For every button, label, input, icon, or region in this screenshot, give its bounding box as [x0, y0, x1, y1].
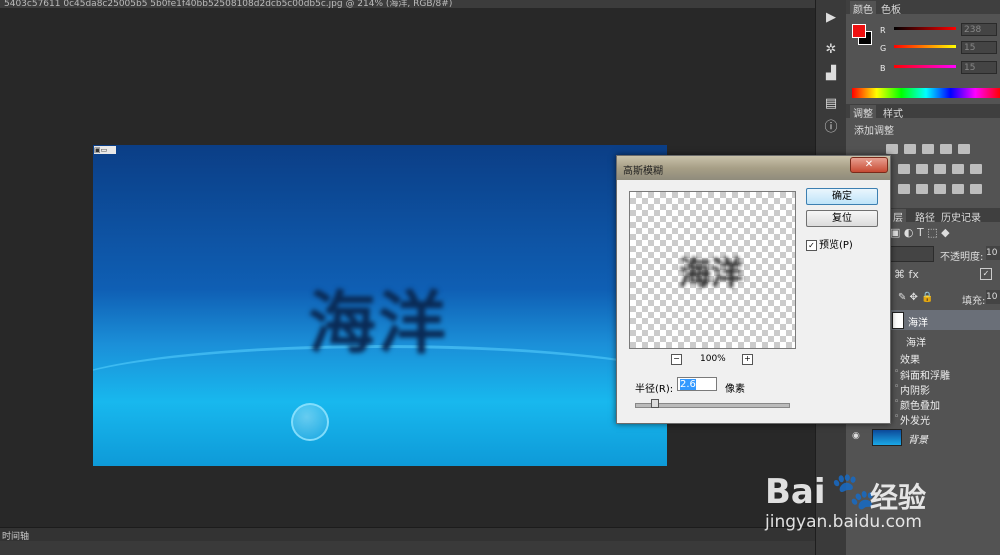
preview-label: 预览(P)	[819, 240, 853, 251]
bubble-graphic	[291, 403, 329, 441]
layer-filter-icons[interactable]: ▣ ◐ T ⬚ ◆	[890, 226, 994, 240]
canvas-corner-icon: ▣▭	[94, 146, 116, 154]
gaussian-blur-dialog: 高斯模糊 ✕ 海洋 − 100% + 确定 复位 ✓ 预览(P) 半径(R): 2…	[616, 155, 891, 424]
link-fx-icons[interactable]: ⌘ fx	[894, 268, 919, 281]
curves-icon[interactable]	[922, 144, 934, 154]
reset-button[interactable]: 复位	[806, 210, 878, 227]
channel-g-value[interactable]: 15	[961, 41, 997, 54]
lock-icons[interactable]: ✎ ✥ 🔒	[898, 292, 934, 303]
zoom-in-button[interactable]: +	[742, 354, 753, 365]
ok-button[interactable]: 确定	[806, 188, 878, 205]
preview-option[interactable]: ✓ 预览(P)	[806, 236, 853, 251]
color-spectrum-bar[interactable]	[852, 88, 1000, 98]
info-icon[interactable]: ⓘ	[823, 120, 839, 136]
fill-input[interactable]: 10	[986, 290, 1000, 304]
background-layer-thumbnail	[872, 429, 902, 446]
effect-color-overlay[interactable]: 颜色叠加	[900, 397, 940, 412]
close-button[interactable]: ✕	[850, 157, 888, 173]
preview-checkbox[interactable]: ✓	[806, 239, 817, 251]
layer-name: 海洋	[908, 318, 928, 329]
timeline-body	[0, 541, 815, 555]
watermark-logo: Bai	[765, 472, 826, 512]
canvas-text-layer[interactable]: 海洋	[308, 268, 448, 367]
add-adjustment-title: 添加调整	[854, 126, 894, 137]
document-canvas[interactable]: ▣▭ 海洋	[93, 145, 667, 466]
radius-input[interactable]: 2.6	[677, 377, 717, 391]
gradient-map-icon[interactable]	[952, 184, 964, 194]
invert-icon[interactable]	[898, 184, 910, 194]
preview-window[interactable]: 海洋	[629, 191, 796, 349]
brightness-icon[interactable]	[886, 144, 898, 154]
vibrance-icon[interactable]	[958, 144, 970, 154]
color-panel-tabs: 颜色 色板	[846, 0, 1000, 16]
channel-r-label: R	[880, 26, 886, 35]
layer-sub-name: 海洋	[906, 338, 926, 349]
play-icon[interactable]: ▶	[823, 10, 839, 26]
black-white-icon[interactable]	[934, 164, 946, 174]
effect-inner-shadow[interactable]: 内阴影	[900, 382, 930, 397]
radius-slider-thumb[interactable]	[650, 399, 659, 408]
color-balance-icon[interactable]	[916, 164, 928, 174]
preview-text: 海洋	[679, 254, 744, 292]
document-tab-strip: 5403c57611 0c45da8c25005b5 5b0fe1f40bb52…	[0, 0, 815, 8]
dialog-titlebar[interactable]: 高斯模糊 ✕	[617, 156, 890, 180]
background-layer-name: 背景	[908, 435, 928, 446]
effect-bevel-emboss[interactable]: 斜面和浮雕	[900, 367, 950, 382]
fill-label: 填充:	[962, 296, 986, 307]
levels-icon[interactable]	[904, 144, 916, 154]
channel-g-label: G	[880, 44, 887, 53]
radius-label: 半径(R):	[635, 384, 674, 395]
radius-unit: 像素	[725, 384, 745, 395]
posterize-icon[interactable]	[916, 184, 928, 194]
watermark-url: jingyan.baidu.com	[765, 512, 922, 532]
opacity-input[interactable]: 10	[986, 246, 1000, 260]
threshold-icon[interactable]	[934, 184, 946, 194]
channel-b-slider[interactable]	[894, 65, 956, 68]
brush-settings-icon[interactable]: ✲	[823, 42, 839, 58]
photo-filter-icon[interactable]	[952, 164, 964, 174]
channel-b-label: B	[880, 64, 886, 73]
timeline-bar: 时间轴	[0, 527, 815, 542]
document-tab-title[interactable]: 5403c57611 0c45da8c25005b5 5b0fe1f40bb52…	[4, 0, 452, 8]
zoom-level: 100%	[700, 354, 726, 364]
dialog-title: 高斯模糊	[623, 166, 663, 177]
channel-r-slider[interactable]	[894, 27, 956, 30]
baidu-watermark: Bai 🐾 经验 jingyan.baidu.com	[765, 450, 995, 550]
channel-b-value[interactable]: 15	[961, 61, 997, 74]
effects-label[interactable]: 效果	[900, 351, 920, 366]
blend-mode-select[interactable]	[890, 246, 934, 262]
selective-color-icon[interactable]	[970, 184, 982, 194]
layer-thumbnail	[892, 312, 904, 329]
zoom-out-button[interactable]: −	[671, 354, 682, 365]
channel-r-value[interactable]: 238	[961, 23, 997, 36]
properties-icon[interactable]: ▤	[823, 96, 839, 112]
hue-saturation-icon[interactable]	[898, 164, 910, 174]
radius-value: 2.6	[680, 379, 696, 390]
channel-mixer-icon[interactable]	[970, 164, 982, 174]
exposure-icon[interactable]	[940, 144, 952, 154]
watermark-logo-cn: 经验	[870, 481, 927, 514]
layer-row-background[interactable]: ◉ 背景	[846, 426, 1000, 448]
eye-icon[interactable]: ◉	[852, 431, 862, 441]
opacity-label: 不透明度:	[940, 252, 984, 263]
channel-g-slider[interactable]	[894, 45, 956, 48]
foreground-color-swatch[interactable]	[852, 24, 866, 38]
histogram-icon[interactable]: ▟	[823, 66, 839, 82]
effect-outer-glow[interactable]: 外发光	[900, 412, 930, 427]
lock-checkbox[interactable]: ✓	[980, 268, 992, 280]
